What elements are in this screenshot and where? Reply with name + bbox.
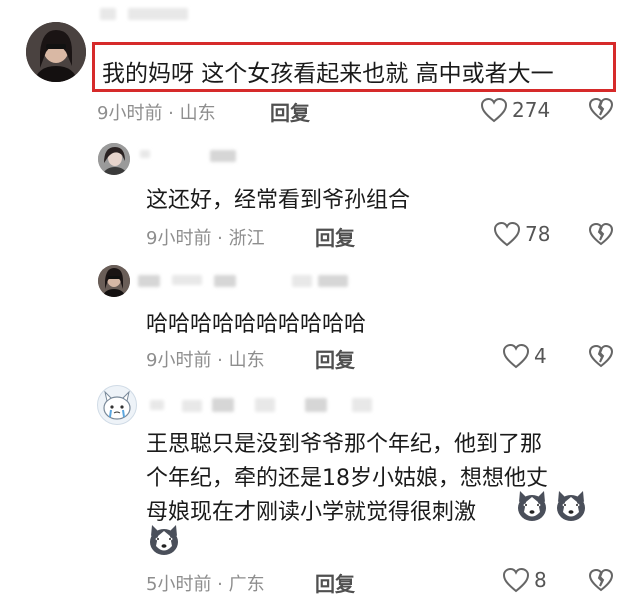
user-photo-icon	[98, 265, 130, 297]
avatar[interactable]	[26, 22, 86, 82]
crying-cartoon-avatar-icon	[103, 390, 131, 420]
comment-text-line: 母娘现在才刚读小学就觉得很刺激	[146, 494, 476, 526]
reply-button[interactable]: 回复	[315, 344, 355, 373]
heart-outline-icon	[502, 567, 530, 593]
broken-heart-icon	[588, 344, 614, 368]
husky-emoji-icon	[553, 488, 589, 524]
dislike-button[interactable]	[588, 344, 614, 372]
comment-text: 我的妈呀 这个女孩看起来也就 高中或者大一	[102, 61, 554, 87]
broken-heart-icon	[588, 97, 614, 121]
comment-text: 哈哈哈哈哈哈哈哈哈哈	[146, 312, 367, 337]
comment-text-segment: 母娘现在才刚读小学就觉得很刺激	[146, 500, 477, 525]
comment-text: 这还好，经常看到爷孙组合	[146, 188, 411, 213]
like-count: 8	[534, 568, 547, 592]
username-redacted	[352, 398, 372, 412]
username-redacted	[138, 275, 160, 287]
comment-text-line: 王思聪只是没到爷爷那个年纪，他到了那	[146, 432, 543, 457]
avatar[interactable]	[98, 143, 130, 175]
heart-outline-icon	[480, 97, 508, 123]
username-redacted	[172, 275, 202, 285]
dislike-button[interactable]	[588, 568, 614, 596]
husky-emoji-icon	[514, 488, 550, 524]
comment-time-location: 9小时前 · 浙江	[146, 228, 265, 249]
username-redacted	[140, 150, 150, 158]
reply-button[interactable]: 回复	[315, 222, 355, 251]
username-redacted	[100, 8, 116, 20]
dislike-button[interactable]	[588, 97, 614, 125]
heart-outline-icon	[502, 343, 530, 369]
username-redacted	[214, 275, 236, 287]
comment-time-location: 5小时前 · 广东	[146, 574, 265, 595]
like-count: 274	[512, 98, 551, 122]
username-redacted	[212, 398, 234, 412]
username-redacted	[305, 398, 327, 412]
username-redacted	[318, 275, 348, 287]
avatar[interactable]	[97, 385, 137, 425]
comment-text-line: 个年纪，牵的还是18岁小姑娘，想想他丈	[146, 466, 548, 491]
like-button[interactable]: 4	[502, 343, 547, 369]
reply-button[interactable]: 回复	[270, 97, 310, 126]
broken-heart-icon	[588, 568, 614, 592]
broken-heart-icon	[588, 222, 614, 246]
like-button[interactable]: 274	[480, 97, 550, 123]
like-button[interactable]: 8	[502, 567, 547, 593]
username-redacted	[128, 8, 188, 20]
username-redacted	[292, 275, 312, 287]
reply-button[interactable]: 回复	[315, 568, 355, 597]
dislike-button[interactable]	[588, 222, 614, 250]
username-redacted	[210, 150, 236, 162]
user-photo-icon	[98, 143, 130, 175]
comment-time-location: 9小时前 · 山东	[97, 103, 216, 124]
username-redacted	[150, 400, 164, 410]
avatar[interactable]	[98, 265, 130, 297]
username-redacted	[182, 400, 202, 412]
husky-emoji-icon	[146, 522, 182, 558]
like-button[interactable]: 78	[493, 221, 550, 247]
heart-outline-icon	[493, 221, 521, 247]
user-photo-icon	[26, 22, 86, 82]
like-count: 4	[534, 344, 547, 368]
like-count: 78	[525, 222, 551, 246]
comment-time-location: 9小时前 · 山东	[146, 350, 265, 371]
username-redacted	[255, 398, 275, 412]
